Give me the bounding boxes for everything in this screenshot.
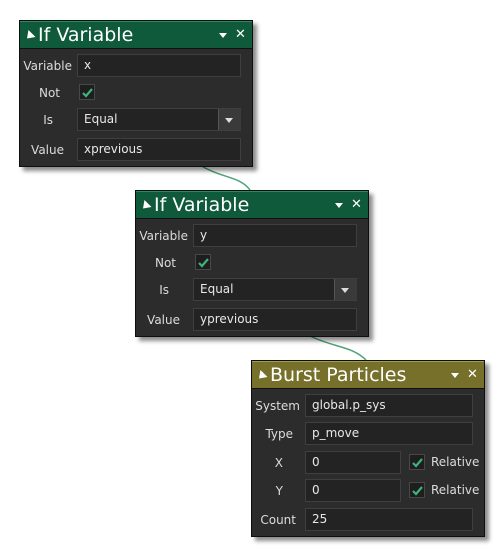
not-label: Not: [154, 256, 176, 270]
dropdown-menu-icon[interactable]: [219, 33, 227, 38]
y-relative-checkbox[interactable]: [409, 482, 425, 498]
variable-label: Variable: [139, 229, 188, 243]
system-field[interactable]: global.p_sys: [305, 394, 473, 417]
checkmark-icon: [412, 458, 423, 468]
is-select[interactable]: Equal: [77, 108, 241, 131]
close-icon[interactable]: ✕: [351, 192, 362, 218]
is-label: Is: [43, 113, 53, 127]
connector-node2-node3: [309, 335, 367, 361]
is-select-dropdown-button[interactable]: [218, 109, 241, 130]
y-relative-label: Relative: [431, 483, 480, 497]
x-field[interactable]: 0: [305, 451, 401, 474]
dropdown-menu-icon[interactable]: [335, 203, 343, 208]
not-checkbox[interactable]: [79, 84, 95, 100]
not-label: Not: [38, 86, 60, 100]
count-label: Count: [260, 513, 296, 527]
burst-particles-node[interactable]: Burst Particles ✕ System global.p_sys Ty…: [251, 360, 485, 537]
node-header[interactable]: If Variable ✕: [136, 191, 368, 219]
x-label: X: [274, 456, 283, 470]
checkmark-icon: [82, 88, 93, 98]
x-relative-label: Relative: [431, 455, 480, 469]
dropdown-menu-icon[interactable]: [451, 373, 459, 378]
variable-field[interactable]: x: [77, 54, 241, 77]
if-variable-node-1[interactable]: If Variable ✕ Variable x Not Is Equal Va…: [19, 20, 253, 167]
collapse-arrow-icon[interactable]: [255, 369, 268, 383]
not-checkbox[interactable]: [195, 254, 211, 270]
chevron-down-icon: [341, 288, 349, 293]
collapse-arrow-icon[interactable]: [139, 199, 152, 213]
variable-field[interactable]: y: [193, 224, 357, 247]
is-select[interactable]: Equal: [193, 278, 357, 301]
type-field[interactable]: p_move: [305, 422, 473, 445]
close-icon[interactable]: ✕: [235, 22, 246, 48]
variable-label: Variable: [23, 59, 72, 73]
count-field[interactable]: 25: [305, 508, 473, 531]
node-title: If Variable: [154, 194, 250, 216]
node-header[interactable]: Burst Particles ✕: [252, 361, 484, 389]
collapse-arrow-icon[interactable]: [23, 29, 36, 43]
node-title: If Variable: [38, 24, 134, 46]
value-field[interactable]: xprevious: [77, 138, 241, 161]
node-title: Burst Particles: [270, 364, 407, 386]
chevron-down-icon: [225, 118, 233, 123]
value-label: Value: [31, 143, 64, 157]
connector-node1-node2: [199, 164, 251, 191]
node-header[interactable]: If Variable ✕: [20, 21, 252, 49]
if-variable-node-2[interactable]: If Variable ✕ Variable y Not Is Equal Va…: [135, 190, 369, 337]
is-label: Is: [159, 283, 169, 297]
is-select-dropdown-button[interactable]: [334, 279, 357, 300]
value-label: Value: [147, 313, 180, 327]
y-field[interactable]: 0: [305, 479, 401, 502]
type-label: Type: [265, 427, 293, 441]
close-icon[interactable]: ✕: [467, 362, 478, 388]
y-label: Y: [275, 484, 283, 498]
checkmark-icon: [412, 486, 423, 496]
system-label: System: [255, 399, 300, 413]
checkmark-icon: [198, 258, 209, 268]
value-field[interactable]: yprevious: [193, 308, 357, 331]
x-relative-checkbox[interactable]: [409, 454, 425, 470]
